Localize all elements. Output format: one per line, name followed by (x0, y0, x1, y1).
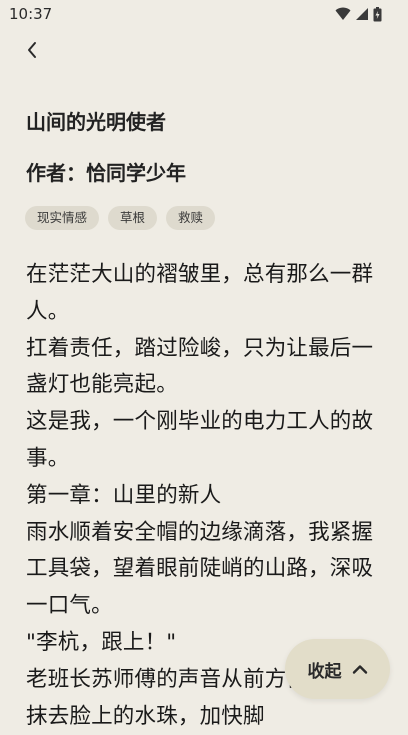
signal-icon (355, 7, 369, 21)
content-paragraph: 在茫茫大山的褶皱里，总有那么一群人。 (26, 262, 374, 324)
chevron-up-icon (352, 660, 368, 679)
collapse-button[interactable]: 收起 (285, 639, 390, 699)
content-paragraph: 这是我，一个刚毕业的电力工人的故事。 (26, 409, 374, 471)
status-bar: 10:37 (0, 0, 408, 30)
book-title: 山间的光明使者 (26, 110, 166, 134)
tag-item[interactable]: 现实情感 (25, 206, 100, 230)
content-paragraph: 扛着责任，踏过险峻，只为让最后一盏灯也能亮起。 (26, 335, 374, 398)
status-time: 10:37 (9, 5, 53, 23)
content-paragraph: 雨水顺着安全帽的边缘滴落，我紧握工具袋，望着眼前陡峭的山路，深吸一口气。 (26, 519, 374, 619)
tag-item[interactable]: 救赎 (166, 206, 216, 230)
tag-item[interactable]: 草根 (108, 206, 158, 230)
chevron-left-icon (25, 41, 39, 63)
wifi-icon (335, 7, 351, 21)
tag-list: 现实情感 草根 救赎 (25, 206, 216, 230)
book-author: 作者：恰同学少年 (26, 161, 186, 185)
battery-icon (373, 6, 382, 22)
collapse-label: 收起 (307, 661, 342, 682)
status-icons (335, 6, 382, 22)
back-button[interactable] (18, 38, 46, 66)
chapter-heading: 第一章：山里的新人 (26, 482, 222, 508)
